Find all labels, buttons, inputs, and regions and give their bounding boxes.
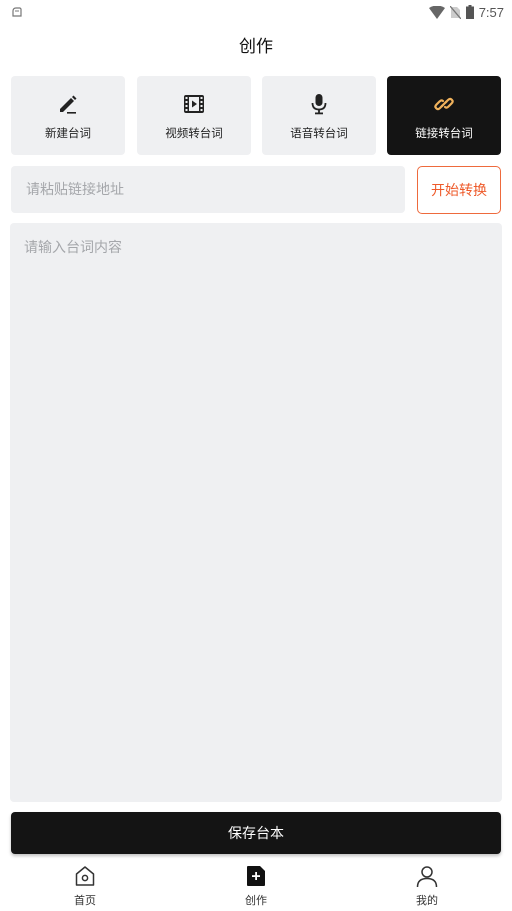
- nav-label: 创作: [245, 894, 267, 907]
- home-icon: [75, 866, 95, 886]
- script-content-input[interactable]: [10, 223, 502, 802]
- nav-label: 我的: [416, 894, 438, 907]
- microphone-icon: [311, 94, 327, 115]
- create-icon: [247, 866, 265, 886]
- tab-voice-to-script[interactable]: 语音转台词: [262, 76, 376, 155]
- save-script-button[interactable]: 保存台本: [11, 812, 501, 854]
- nav-item-create[interactable]: 创作: [216, 864, 296, 908]
- wifi-icon: [428, 5, 445, 19]
- tab-new-script[interactable]: 新建台词: [11, 76, 125, 155]
- tab-link-to-script[interactable]: 链接转台词: [387, 76, 501, 155]
- profile-icon: [416, 866, 438, 888]
- nav-label: 首页: [74, 894, 96, 907]
- bottom-nav: 首页 创作 我的: [0, 862, 512, 911]
- nav-item-mine[interactable]: 我的: [387, 864, 467, 908]
- tab-label: 视频转台词: [165, 126, 223, 140]
- battery-icon: [465, 5, 474, 19]
- tab-label: 链接转台词: [415, 126, 473, 140]
- link-icon: [434, 97, 454, 111]
- mode-tabs: 新建台词 视频转台词 语音转台词 链接转台词: [11, 76, 501, 155]
- status-icons: 7:57: [428, 4, 504, 20]
- status-time: 7:57: [478, 4, 504, 20]
- tab-video-to-script[interactable]: 视频转台词: [137, 76, 251, 155]
- page-title: 创作: [239, 37, 273, 57]
- tab-label: 语音转台词: [290, 126, 348, 140]
- status-bar: 7:57: [0, 0, 512, 24]
- pencil-icon: [60, 95, 77, 114]
- tab-label: 新建台词: [45, 126, 91, 140]
- film-icon: [184, 95, 204, 113]
- link-input[interactable]: [11, 166, 405, 213]
- start-convert-button[interactable]: 开始转换: [417, 166, 501, 214]
- nav-item-home[interactable]: 首页: [45, 864, 125, 908]
- app-notification-icon: [12, 7, 22, 17]
- no-sim-icon: [449, 5, 461, 19]
